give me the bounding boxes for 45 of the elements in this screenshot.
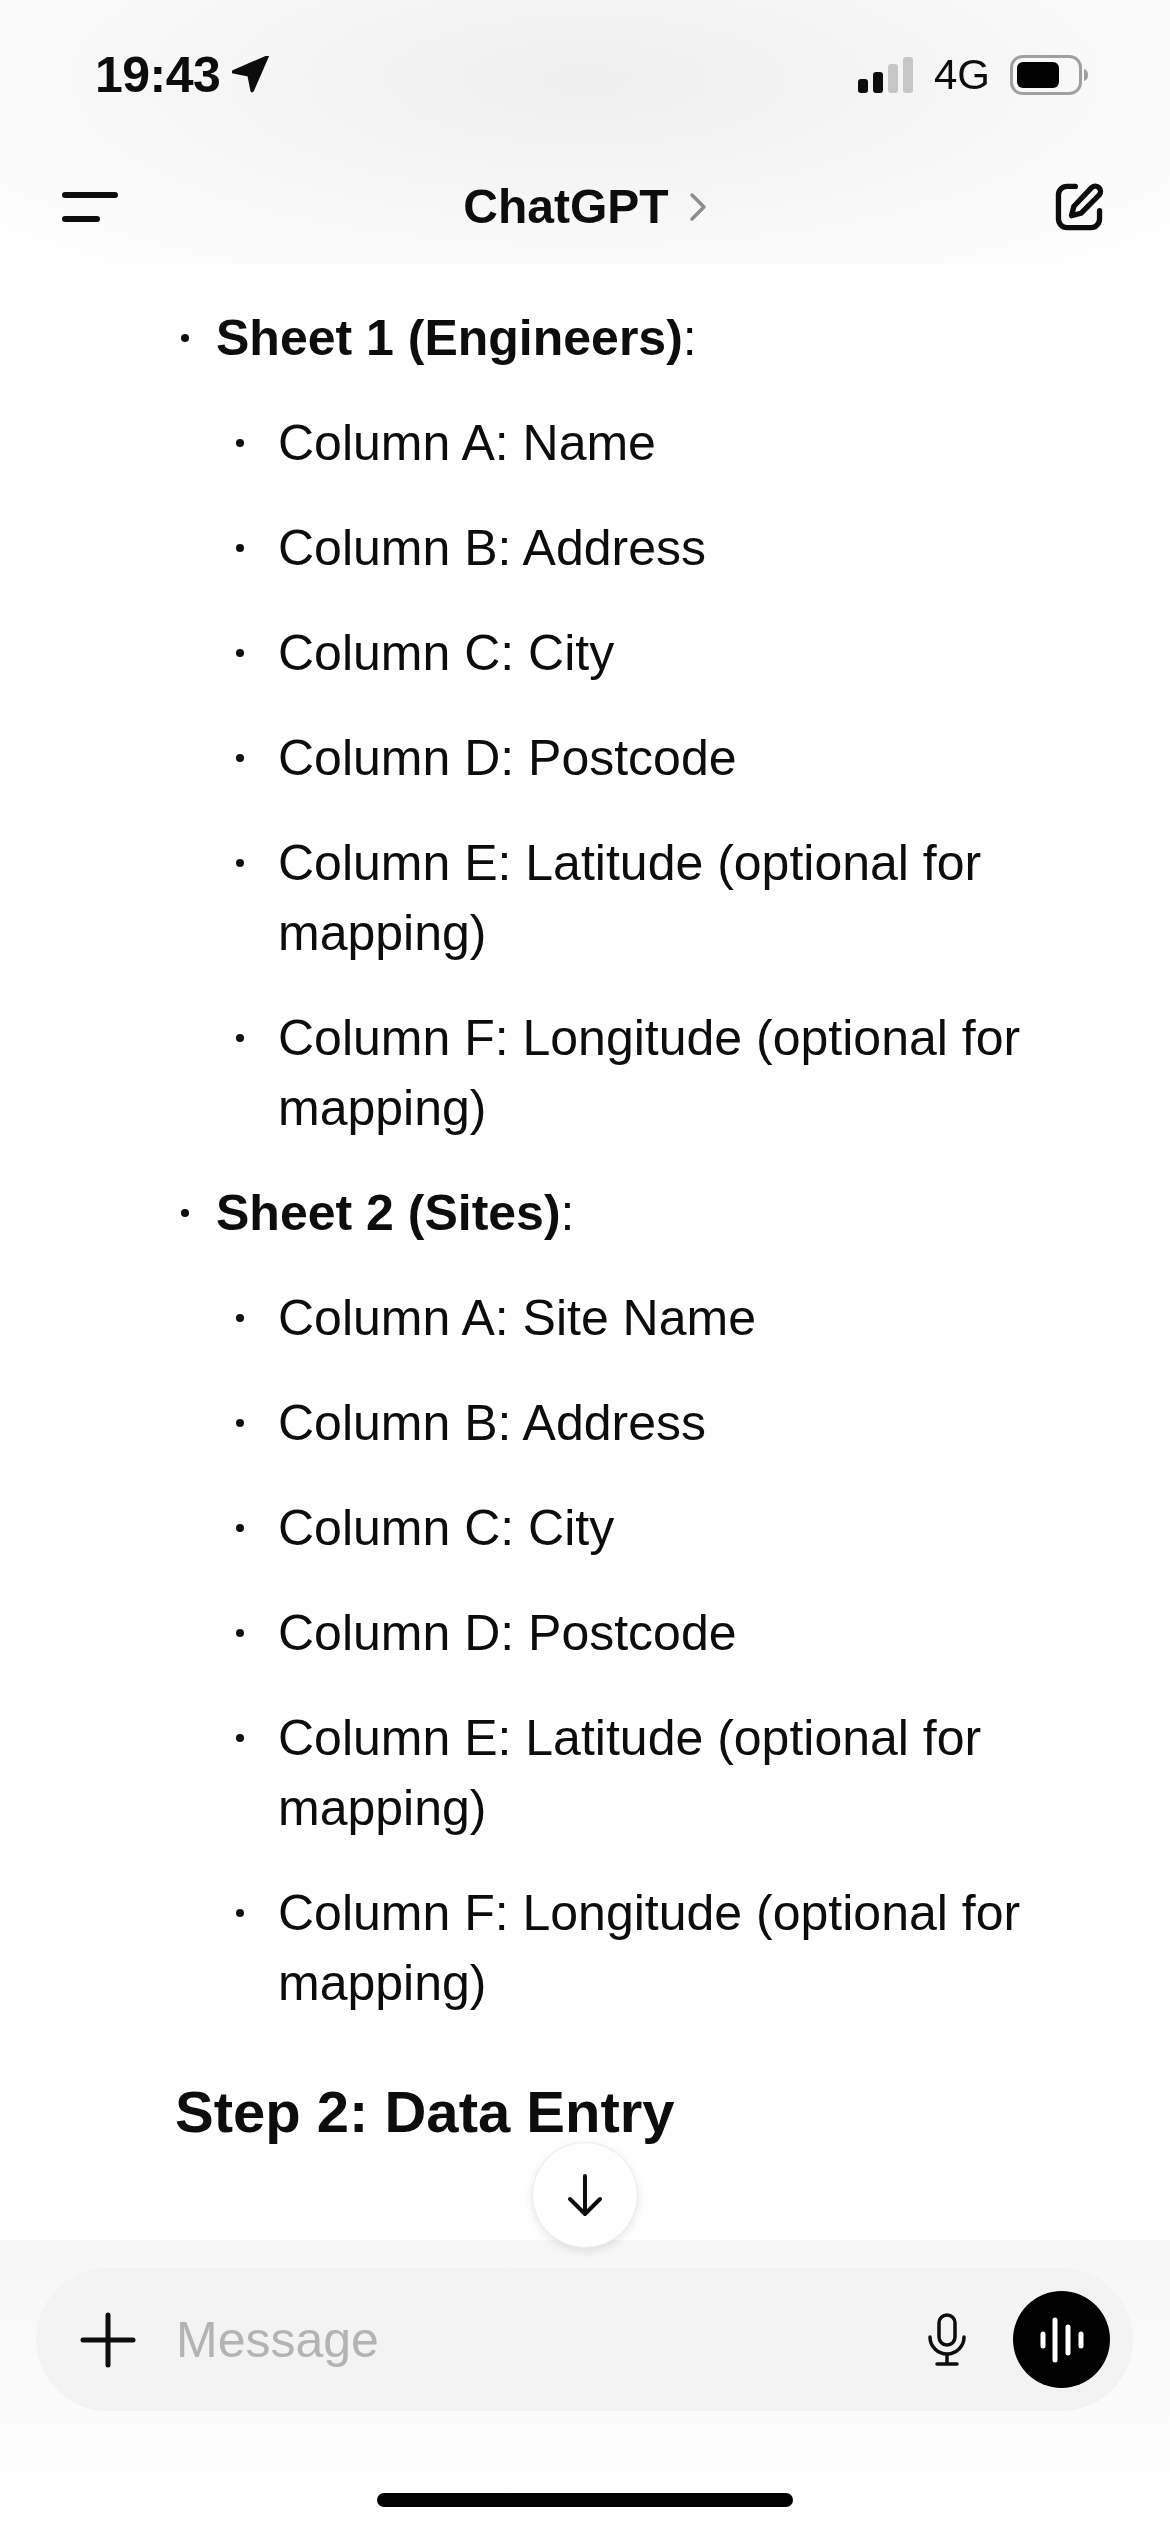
- list-item: Column F: Longitude (optional for mapping): [278, 1009, 1022, 1138]
- bullet-icon: [236, 439, 244, 447]
- list-item: Column F: Longitude (optional for mapping): [278, 1884, 1022, 2013]
- bullet-icon: [236, 1419, 244, 1427]
- list-item: Sheet 1 (Engineers):: [216, 309, 697, 368]
- model-menu-button[interactable]: ChatGPT: [463, 178, 707, 236]
- list-item: Column A: Name: [278, 414, 656, 473]
- list-item: Column C: City: [278, 1499, 615, 1558]
- list-item: Sheet 2 (Sites):: [216, 1184, 575, 1243]
- chevron-right-icon: [688, 192, 707, 222]
- bullet-icon: [236, 1734, 244, 1742]
- list-item: Column E: Latitude (optional for mapping): [278, 1709, 983, 1838]
- bullet-icon: [236, 754, 244, 762]
- list-item: Column E: Latitude (optional for mapping): [278, 834, 983, 963]
- menu-button[interactable]: [62, 191, 118, 223]
- signal-bars-icon: [857, 57, 914, 93]
- network-label: 4G: [933, 54, 990, 96]
- bullet-icon: [236, 649, 244, 657]
- bullet-icon: [236, 1629, 244, 1637]
- list-item: Column C: City: [278, 624, 615, 683]
- battery-icon: [1010, 55, 1088, 95]
- list-item: Column D: Postcode: [278, 1604, 737, 1663]
- list-item: Column A: Site Name: [278, 1289, 756, 1348]
- plus-icon: [80, 2311, 136, 2368]
- waveform-icon: [1038, 2316, 1085, 2363]
- add-button[interactable]: [80, 2311, 136, 2368]
- bullet-icon: [236, 1314, 244, 1322]
- location-arrow-icon: [232, 56, 271, 94]
- bullet-icon: [236, 544, 244, 552]
- bullet-icon: [181, 1209, 189, 1217]
- list-item: Column D: Postcode: [278, 729, 737, 788]
- dictation-button[interactable]: [926, 2312, 968, 2367]
- bullet-icon: [236, 1524, 244, 1532]
- bullet-icon: [181, 334, 189, 342]
- bullet-icon: [236, 1034, 244, 1042]
- list-item: Column B: Address: [278, 519, 706, 578]
- bullet-icon: [236, 859, 244, 867]
- menu-icon: [62, 191, 118, 223]
- bullet-icon: [236, 1909, 244, 1917]
- message-field[interactable]: Message: [176, 2304, 926, 2375]
- section-heading: Step 2: Data Entry: [175, 2080, 675, 2144]
- composer-bar[interactable]: Message: [36, 2268, 1133, 2411]
- microphone-icon: [926, 2312, 968, 2367]
- status-time: 19:43: [95, 50, 221, 100]
- list-item: Column B: Address: [278, 1394, 706, 1453]
